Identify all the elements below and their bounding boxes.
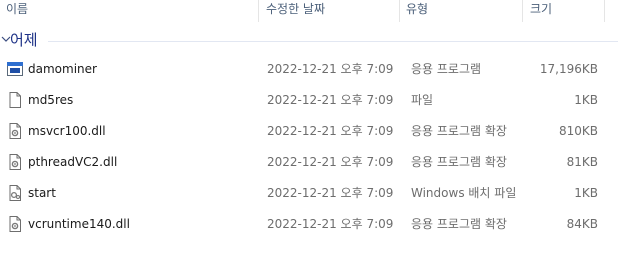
file-icon [9,92,21,108]
file-date: 2022-12-21 오후 7:09 [267,186,394,200]
file-type: 응용 프로그램 [411,62,482,76]
file-date: 2022-12-21 오후 7:09 [267,93,394,107]
file-date: 2022-12-21 오후 7:09 [267,217,394,231]
file-row[interactable]: start 2022-12-21 오후 7:09 Windows 배치 파일 1… [0,178,618,209]
file-name: pthreadVC2.dll [28,155,118,169]
file-row[interactable]: msvcr100.dll 2022-12-21 오후 7:09 응용 프로그램 … [0,116,618,147]
column-divider[interactable] [258,0,259,22]
file-size: 84KB [566,217,598,231]
file-name: start [28,186,56,200]
file-type: 파일 [411,93,434,107]
file-type: 응용 프로그램 확장 [411,155,507,169]
dll-icon [9,123,21,139]
file-name: md5res [28,93,74,107]
column-divider[interactable] [604,0,605,22]
file-type: 응용 프로그램 확장 [411,124,507,138]
file-date: 2022-12-21 오후 7:09 [267,155,394,169]
file-row[interactable]: md5res 2022-12-21 오후 7:09 파일 1KB [0,85,618,116]
file-name: msvcr100.dll [28,124,106,138]
file-type: Windows 배치 파일 [411,186,517,200]
file-row[interactable]: damominer 2022-12-21 오후 7:09 응용 프로그램 17,… [0,54,618,85]
column-header-size[interactable]: 크기 [524,0,604,22]
file-row[interactable]: vcruntime140.dll 2022-12-21 오후 7:09 응용 프… [0,209,618,240]
group-header-yesterday[interactable]: 어제 [0,28,618,54]
file-name: damominer [28,62,97,76]
column-header-type[interactable]: 유형 [400,0,522,22]
group-divider [48,41,618,42]
column-header-date[interactable]: 수정한 날짜 [260,0,400,22]
file-size: 81KB [566,155,598,169]
column-header: 이름 수정한 날짜 유형 크기 [0,0,618,22]
file-size: 17,196KB [539,62,598,76]
file-date: 2022-12-21 오후 7:09 [267,124,394,138]
dll-icon [9,154,21,170]
column-header-name[interactable]: 이름 [0,0,260,22]
file-size: 810KB [558,124,598,138]
dll-icon [9,216,21,232]
application-icon [7,62,23,76]
group-label: 어제 [10,31,38,49]
file-size: 1KB [574,186,598,200]
file-type: 응용 프로그램 확장 [411,217,507,231]
batch-file-icon [9,185,21,201]
file-size: 1KB [574,93,598,107]
file-row[interactable]: pthreadVC2.dll 2022-12-21 오후 7:09 응용 프로그… [0,147,618,178]
file-name: vcruntime140.dll [28,217,130,231]
file-date: 2022-12-21 오후 7:09 [267,62,394,76]
column-divider[interactable] [522,0,523,22]
